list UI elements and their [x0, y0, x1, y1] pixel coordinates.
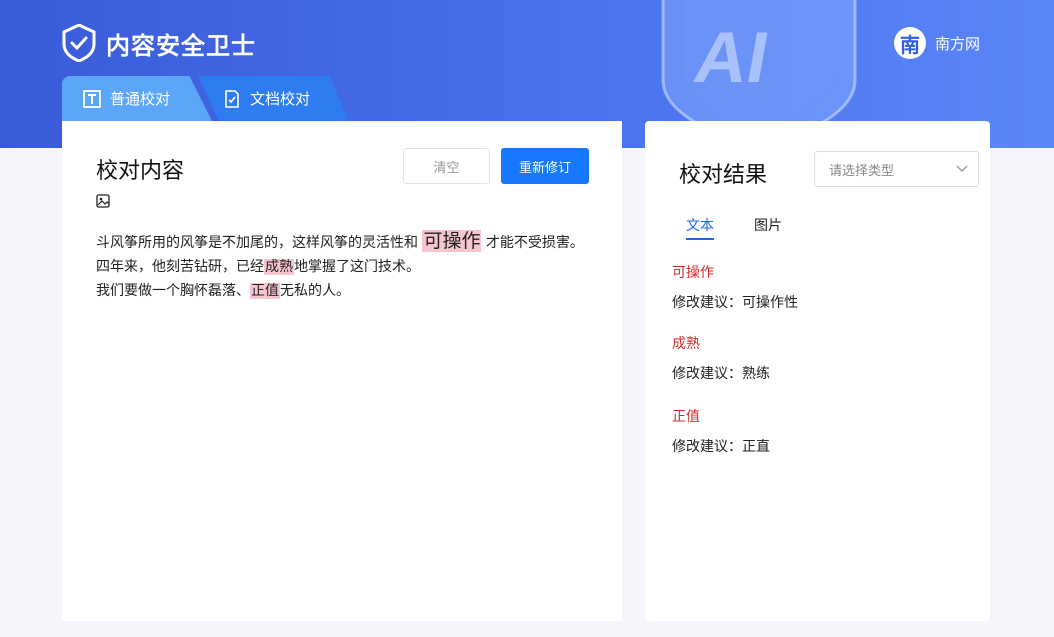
- text-segment: 才能不受损害。: [485, 235, 584, 251]
- error-word: 可操作: [672, 265, 714, 281]
- result-item: 成熟 修改建议：熟练: [672, 333, 972, 383]
- proofread-result-panel: 校对结果 请选择类型 文本 图片 可操作 修改建议：可操作性 成熟 修改建议：熟…: [645, 121, 990, 621]
- select-placeholder: 请选择类型: [829, 163, 895, 179]
- shield-text: AI: [689, 17, 775, 97]
- text-format-icon: [83, 89, 101, 108]
- type-select[interactable]: 请选择类型: [814, 151, 979, 187]
- text-line: 斗风筝所用的风筝是不加尾的，这样风筝的灵活性和 可操作 才能不受损害。: [96, 229, 596, 255]
- suggestion-text: 修改建议：熟练: [672, 366, 770, 382]
- error-highlight[interactable]: 正值: [250, 283, 280, 299]
- document-check-icon: [225, 89, 239, 108]
- result-item: 可操作 修改建议：可操作性: [672, 262, 972, 312]
- image-upload-icon[interactable]: [96, 194, 110, 208]
- tab-label: 普通校对: [110, 90, 171, 108]
- tab-text[interactable]: 文本: [686, 215, 714, 240]
- site-account[interactable]: 南 南方网: [894, 27, 980, 59]
- error-word: 正值: [672, 409, 700, 425]
- panel-title: 校对结果: [679, 163, 768, 188]
- app-title: 内容安全卫士: [106, 30, 256, 60]
- tab-label: 文档校对: [250, 90, 311, 108]
- tab-image[interactable]: 图片: [754, 215, 782, 235]
- text-segment: 地掌握了这门技术。: [294, 259, 420, 275]
- text-segment: 无私的人。: [280, 283, 350, 299]
- text-segment: 四年来，他刻苦钻研，已经: [96, 259, 264, 275]
- suggestion-text: 修改建议：可操作性: [672, 295, 798, 311]
- site-name: 南方网: [935, 34, 981, 53]
- text-segment: 斗风筝所用的风筝是不加尾的，这样风筝的灵活性和: [96, 235, 418, 251]
- clear-button[interactable]: 清空: [403, 148, 490, 184]
- app-logo[interactable]: 内容安全卫士: [62, 24, 256, 62]
- revise-button[interactable]: 重新修订: [501, 148, 589, 184]
- site-avatar: 南: [894, 27, 926, 59]
- result-item: 正值 修改建议：正直: [672, 406, 972, 456]
- text-line: 四年来，他刻苦钻研，已经成熟地掌握了这门技术。: [96, 255, 596, 279]
- proofread-text[interactable]: 斗风筝所用的风筝是不加尾的，这样风筝的灵活性和 可操作 才能不受损害。 四年来，…: [96, 229, 596, 303]
- tab-document-proofread[interactable]: 文档校对: [198, 76, 348, 121]
- tab-normal-proofread[interactable]: 普通校对: [62, 76, 212, 121]
- text-segment: 我们要做一个胸怀磊落、: [96, 283, 250, 299]
- text-line: 我们要做一个胸怀磊落、正值无私的人。: [96, 279, 596, 303]
- error-highlight[interactable]: 成熟: [264, 259, 294, 275]
- shield-check-icon: [62, 24, 96, 62]
- proofread-input-panel: 校对内容 清空 重新修订 斗风筝所用的风筝是不加尾的，这样风筝的灵活性和 可操作…: [62, 121, 622, 621]
- error-highlight[interactable]: 可操作: [422, 230, 482, 252]
- error-word: 成熟: [672, 336, 700, 352]
- chevron-down-icon: [956, 165, 968, 172]
- suggestion-text: 修改建议：正直: [672, 439, 770, 455]
- panel-title: 校对内容: [96, 159, 185, 184]
